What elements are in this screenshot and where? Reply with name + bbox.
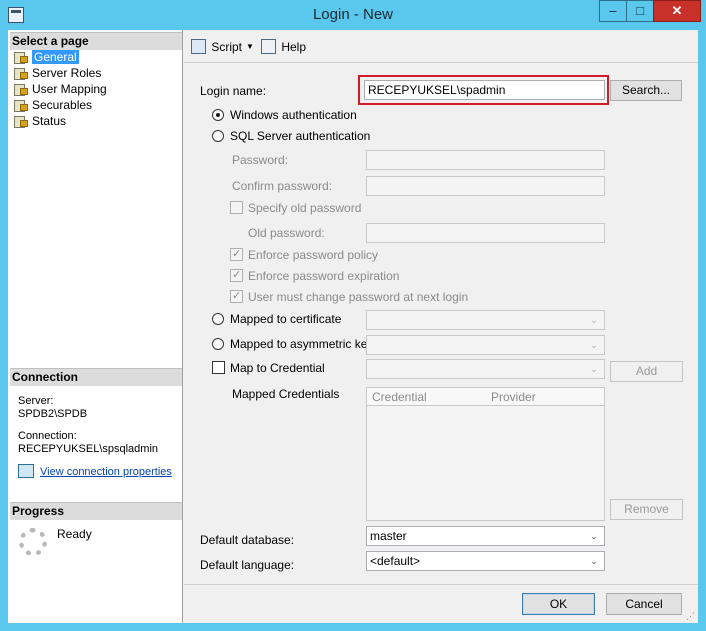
help-label: Help — [281, 40, 307, 54]
specify-old-password-label: Specify old password — [248, 201, 362, 215]
page-label: User Mapping — [32, 82, 107, 96]
mapped-to-certificate-radio[interactable] — [212, 313, 224, 325]
confirm-password-input[interactable] — [366, 176, 605, 196]
old-password-input[interactable] — [366, 223, 605, 243]
progress-spinner-icon — [19, 528, 47, 556]
help-button[interactable]: Help — [261, 38, 306, 56]
windows-authentication-label: Windows authentication — [230, 108, 357, 122]
connection-label: Connection: — [18, 430, 77, 442]
windows-authentication-radio[interactable] — [212, 109, 224, 121]
resize-grip-icon[interactable]: ⋰ — [686, 611, 696, 621]
chevron-down-icon: ⌄ — [590, 531, 598, 541]
default-language-value: <default> — [370, 554, 421, 568]
cancel-button[interactable]: Cancel — [606, 593, 682, 615]
page-icon — [14, 99, 28, 112]
password-label: Password: — [232, 153, 289, 167]
chevron-down-icon: ⌄ — [590, 340, 598, 350]
server-value: SPDB2\SPDB — [18, 408, 88, 420]
page-item-securables[interactable]: Securables — [14, 97, 92, 113]
search-button[interactable]: Search... — [610, 80, 682, 101]
connection-properties-icon — [18, 464, 34, 478]
remove-credential-button[interactable]: Remove — [610, 499, 683, 520]
must-change-password-label: User must change password at next login — [248, 290, 469, 304]
script-label: Script — [211, 40, 243, 54]
progress-status: Ready — [57, 527, 92, 541]
mapped-credentials-label: Mapped Credentials — [232, 387, 340, 401]
progress-header: Progress — [10, 502, 182, 520]
minimize-button[interactable]: – — [599, 0, 627, 22]
view-connection-properties-link[interactable]: View connection properties — [18, 464, 172, 480]
sql-authentication-radio[interactable] — [212, 130, 224, 142]
enforce-password-expiration-checkbox[interactable] — [230, 268, 243, 282]
page-icon — [14, 83, 28, 96]
server-label: Server: — [18, 395, 54, 407]
page-icon — [14, 115, 28, 128]
chevron-down-icon: ⌄ — [590, 315, 598, 325]
specify-old-password-checkbox[interactable] — [230, 201, 243, 214]
asymmetric-key-select[interactable]: ⌄ — [366, 335, 605, 355]
close-button[interactable]: ✕ — [653, 0, 701, 22]
password-input[interactable] — [366, 150, 605, 170]
page-icon — [14, 51, 28, 64]
help-icon — [261, 39, 276, 54]
page-label: General — [32, 50, 79, 64]
confirm-password-label: Confirm password: — [232, 179, 333, 193]
toolbar-divider — [184, 62, 698, 63]
mapped-to-certificate-label: Mapped to certificate — [230, 312, 342, 326]
old-password-label: Old password: — [248, 226, 325, 240]
ok-button[interactable]: OK — [522, 593, 595, 615]
maximize-button[interactable]: □ — [626, 0, 654, 22]
chevron-down-icon: ⌄ — [590, 556, 598, 566]
enforce-password-policy-checkbox[interactable] — [230, 247, 243, 261]
script-icon — [191, 39, 206, 54]
map-to-credential-checkbox[interactable] — [212, 361, 225, 374]
page-item-server-roles[interactable]: Server Roles — [14, 65, 101, 81]
enforce-password-expiration-label: Enforce password expiration — [248, 269, 400, 283]
mapped-credentials-grid[interactable]: Credential Provider — [366, 387, 605, 521]
provider-column-header[interactable]: Provider — [486, 388, 604, 406]
default-language-select[interactable]: <default> ⌄ — [366, 551, 605, 571]
page-item-general[interactable]: General — [14, 49, 79, 65]
view-connection-properties-text[interactable]: View connection properties — [40, 466, 172, 478]
default-database-label: Default database: — [200, 533, 295, 547]
mapped-to-asymmetric-key-radio[interactable] — [212, 338, 224, 350]
enforce-password-policy-label: Enforce password policy — [248, 248, 379, 262]
page-item-status[interactable]: Status — [14, 113, 66, 129]
login-name-label: Login name: — [200, 84, 267, 98]
must-change-password-checkbox[interactable] — [230, 289, 243, 303]
mapped-to-asymmetric-key-label: Mapped to asymmetric key — [230, 337, 374, 351]
connection-header: Connection — [10, 368, 182, 386]
footer-divider — [184, 584, 698, 585]
select-page-header: Select a page — [10, 32, 182, 50]
credential-select[interactable]: ⌄ — [366, 359, 605, 379]
map-to-credential-label: Map to Credential — [230, 361, 325, 375]
chevron-down-icon: ⌄ — [590, 364, 598, 374]
login-name-input[interactable]: RECEPYUKSEL\spadmin — [364, 80, 605, 100]
connection-value: RECEPYUKSEL\spsqladmin — [18, 443, 159, 455]
script-button[interactable]: Script — [191, 38, 242, 56]
page-label: Server Roles — [32, 66, 102, 80]
add-credential-button[interactable]: Add — [610, 361, 683, 382]
default-language-label: Default language: — [200, 558, 295, 572]
default-database-select[interactable]: master ⌄ — [366, 526, 605, 546]
page-label: Securables — [32, 98, 93, 112]
script-dropdown-arrow[interactable]: ▼ — [246, 38, 254, 56]
sql-authentication-label: SQL Server authentication — [230, 129, 371, 143]
credential-column-header[interactable]: Credential — [367, 388, 487, 406]
default-database-value: master — [370, 529, 407, 543]
page-label: Status — [32, 114, 67, 128]
certificate-select[interactable]: ⌄ — [366, 310, 605, 330]
page-item-user-mapping[interactable]: User Mapping — [14, 81, 107, 97]
page-icon — [14, 67, 28, 80]
